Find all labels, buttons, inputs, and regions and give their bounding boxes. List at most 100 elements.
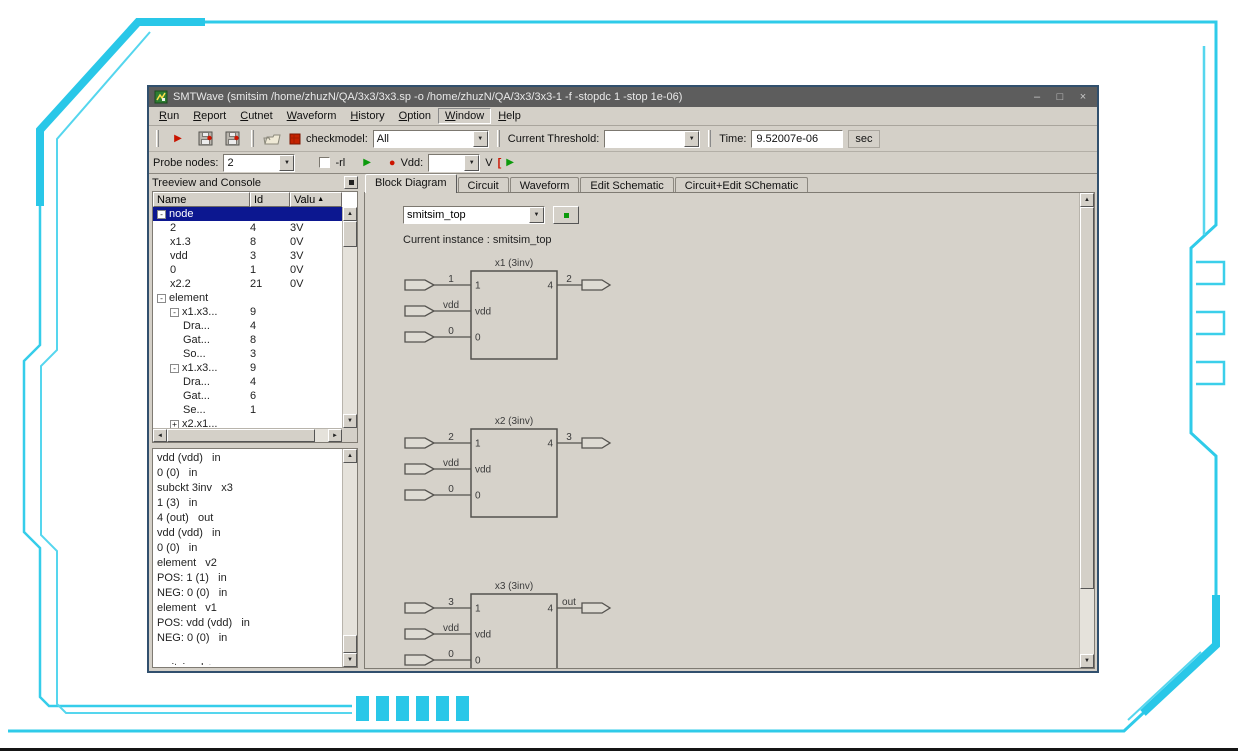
- treeview-console-panel: Treeview and Console Name Id Valu ▲ -nod…: [149, 174, 361, 671]
- tab-edit-schematic[interactable]: Edit Schematic: [580, 177, 673, 193]
- tree-row[interactable]: -x1.x3...9: [153, 361, 342, 375]
- tab-circuit-edit-schematic[interactable]: Circuit+Edit SChematic: [675, 177, 808, 193]
- record-icon[interactable]: ●: [389, 157, 396, 169]
- chevron-down-icon[interactable]: ▼: [529, 207, 544, 223]
- tree-row[interactable]: x1.380V: [153, 235, 342, 249]
- tree-row[interactable]: Se...1: [153, 403, 342, 417]
- block-x3[interactable]: x3 (3inv)31vddvdd004out: [399, 580, 621, 669]
- rl-checkbox[interactable]: [319, 157, 330, 168]
- save-as-button[interactable]: [221, 129, 243, 149]
- collapse-icon[interactable]: -: [170, 364, 179, 373]
- menu-item-waveform[interactable]: Waveform: [280, 108, 344, 124]
- tree-row[interactable]: 010V: [153, 263, 342, 277]
- menu-item-window[interactable]: Window: [438, 108, 491, 124]
- menu-item-run[interactable]: Run: [152, 108, 186, 124]
- vdd-select[interactable]: ▼: [428, 154, 480, 172]
- main-toolbar: ▶ che: [149, 126, 1097, 152]
- menu-item-cutnet[interactable]: Cutnet: [233, 108, 279, 124]
- tab-block-diagram[interactable]: Block Diagram: [365, 174, 457, 193]
- block-diagram-canvas[interactable]: smitsim_top ▼ Current instance : smitsim…: [364, 192, 1095, 669]
- tree-row[interactable]: So...3: [153, 347, 342, 361]
- column-header-name[interactable]: Name: [153, 192, 250, 207]
- svg-text:vdd: vdd: [475, 307, 491, 318]
- svg-text:4: 4: [547, 281, 553, 292]
- svg-text:0: 0: [448, 484, 454, 495]
- title-bar[interactable]: SMTWave (smitsim /home/zhuzN/QA/3x3/3x3.…: [149, 87, 1097, 107]
- menu-item-report[interactable]: Report: [186, 108, 233, 124]
- maximize-button[interactable]: □: [1051, 89, 1069, 105]
- main-area: Block DiagramCircuitWaveformEdit Schemat…: [361, 174, 1097, 671]
- checkmodel-label: checkmodel:: [306, 133, 368, 145]
- column-header-id[interactable]: Id: [250, 192, 290, 207]
- console-output[interactable]: vdd (vdd) in0 (0) insubckt 3inv x31 (3) …: [157, 451, 340, 665]
- probe-play-icon[interactable]: ▶: [363, 157, 371, 168]
- save-button[interactable]: [194, 129, 216, 149]
- tab-bar: Block DiagramCircuitWaveformEdit Schemat…: [364, 174, 1095, 193]
- tree-row[interactable]: Dra...4: [153, 375, 342, 389]
- tree-row[interactable]: Dra...4: [153, 319, 342, 333]
- svg-text:0: 0: [475, 491, 481, 502]
- minimize-button[interactable]: –: [1028, 89, 1046, 105]
- checkmodel-select[interactable]: All ▼: [373, 130, 489, 148]
- svg-text:vdd: vdd: [475, 465, 491, 476]
- instance-select[interactable]: smitsim_top ▼: [403, 206, 545, 224]
- scrollbar-thumb[interactable]: [167, 429, 315, 442]
- vdd-play-icon[interactable]: ▶: [506, 157, 514, 168]
- probe-nodes-select[interactable]: 2 ▼: [223, 154, 295, 172]
- tree-row[interactable]: -node: [153, 207, 342, 221]
- open-button[interactable]: [262, 129, 284, 149]
- scroll-up-icon[interactable]: ▲: [343, 207, 357, 221]
- svg-text:1: 1: [475, 281, 481, 292]
- expand-icon[interactable]: +: [170, 420, 179, 429]
- diagram-vertical-scrollbar[interactable]: ▲ ▼: [1079, 193, 1094, 668]
- tree-row[interactable]: -element: [153, 291, 342, 305]
- chevron-down-icon[interactable]: ▼: [279, 155, 294, 171]
- scroll-down-icon[interactable]: ▼: [1080, 654, 1094, 668]
- chevron-down-icon[interactable]: ▼: [464, 155, 479, 171]
- instance-go-button[interactable]: [553, 206, 579, 224]
- rl-label: -rl: [335, 157, 345, 169]
- app-window: SMTWave (smitsim /home/zhuzN/QA/3x3/3x3.…: [147, 85, 1099, 673]
- tree-row[interactable]: +x2.x1...: [153, 417, 342, 428]
- svg-text:x3 (3inv): x3 (3inv): [495, 581, 533, 592]
- block-x1[interactable]: x1 (3inv)11vddvdd0042: [399, 257, 621, 361]
- collapse-icon[interactable]: -: [170, 308, 179, 317]
- scroll-left-icon[interactable]: ◄: [153, 429, 167, 442]
- threshold-select[interactable]: ▼: [604, 130, 700, 148]
- scrollbar-thumb[interactable]: [1080, 207, 1094, 589]
- scroll-up-icon[interactable]: ▲: [1080, 193, 1094, 207]
- scroll-up-icon[interactable]: ▲: [343, 449, 357, 463]
- panel-pin-button[interactable]: [344, 176, 358, 189]
- tree-row[interactable]: -x1.x3...9: [153, 305, 342, 319]
- tree-horizontal-scrollbar[interactable]: ◄ ►: [153, 428, 342, 442]
- collapse-icon[interactable]: -: [157, 210, 166, 219]
- column-header-value[interactable]: Valu ▲: [290, 192, 342, 207]
- menu-item-help[interactable]: Help: [491, 108, 528, 124]
- scroll-down-icon[interactable]: ▼: [343, 653, 357, 667]
- collapse-icon[interactable]: -: [157, 294, 166, 303]
- time-field[interactable]: 9.52007e-06: [751, 130, 843, 148]
- tree-row[interactable]: vdd33V: [153, 249, 342, 263]
- tree-vertical-scrollbar[interactable]: ▲ ▼: [342, 207, 357, 428]
- run-button[interactable]: ▶: [167, 129, 189, 149]
- chevron-down-icon[interactable]: ▼: [684, 131, 699, 147]
- svg-text:vdd: vdd: [443, 458, 459, 469]
- tree-row[interactable]: Gat...8: [153, 333, 342, 347]
- tree-row[interactable]: Gat...6: [153, 389, 342, 403]
- menu-item-option[interactable]: Option: [392, 108, 438, 124]
- close-button[interactable]: ×: [1074, 89, 1092, 105]
- tree-row[interactable]: 243V: [153, 221, 342, 235]
- tab-waveform[interactable]: Waveform: [510, 177, 580, 193]
- tree-row[interactable]: x2.2210V: [153, 277, 342, 291]
- console-vertical-scrollbar[interactable]: ▲ ▼: [342, 449, 357, 667]
- scrollbar-thumb[interactable]: [343, 221, 357, 247]
- scroll-right-icon[interactable]: ►: [328, 429, 342, 442]
- block-x2[interactable]: x2 (3inv)21vddvdd0043: [399, 415, 621, 519]
- menu-item-history[interactable]: History: [343, 108, 391, 124]
- chevron-down-icon[interactable]: ▼: [473, 131, 488, 147]
- time-unit: sec: [848, 130, 879, 148]
- scroll-down-icon[interactable]: ▼: [343, 414, 357, 428]
- tab-circuit[interactable]: Circuit: [458, 177, 509, 193]
- scrollbar-thumb[interactable]: [343, 635, 357, 653]
- vdd-label: Vdd:: [401, 157, 424, 169]
